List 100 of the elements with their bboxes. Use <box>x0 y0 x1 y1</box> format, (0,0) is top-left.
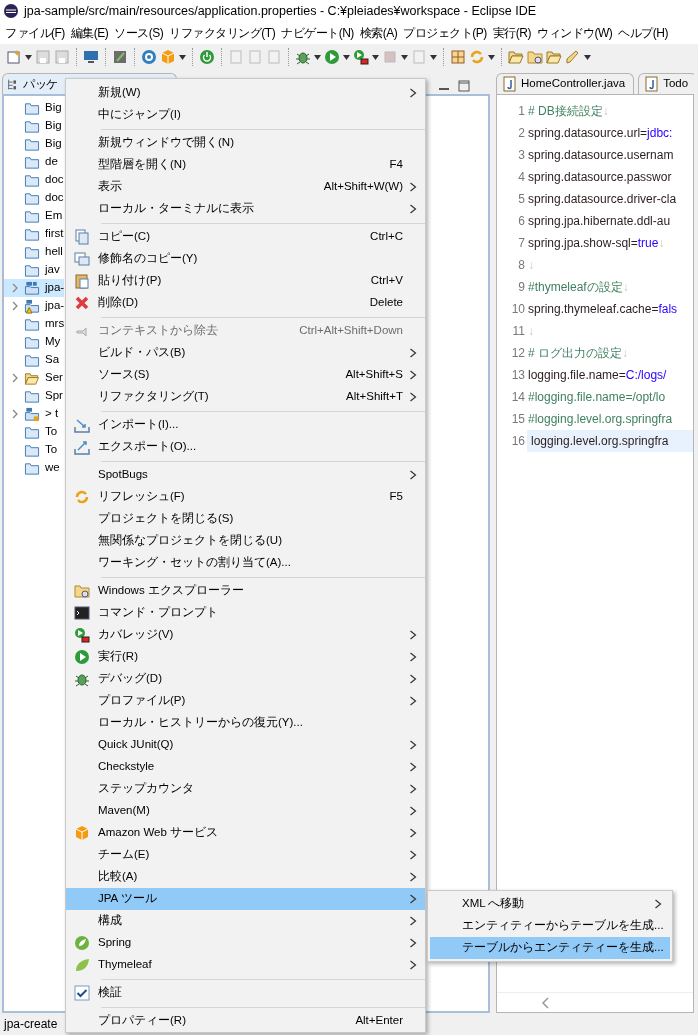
tree-item[interactable]: we <box>4 459 64 477</box>
menu-item[interactable]: 比較(A) <box>66 866 425 888</box>
maximize-icon[interactable] <box>456 78 472 94</box>
menu-item[interactable]: ビルド・パス(B) <box>66 342 425 364</box>
tree-item[interactable]: Big <box>4 99 64 117</box>
menu-item[interactable]: エンティティーからテーブルを生成... <box>430 915 670 937</box>
editor-tab[interactable]: Todo <box>638 73 694 94</box>
menu-item[interactable]: 構成 <box>66 910 425 932</box>
tree-item[interactable]: jav <box>4 261 64 279</box>
menu-item[interactable]: 実行(R) <box>66 646 425 668</box>
menu-item[interactable]: 新規ウィンドウで開く(N) <box>66 132 425 154</box>
tree-item[interactable]: first <box>4 225 64 243</box>
menu-item[interactable]: エクスポート(O)... <box>66 436 425 458</box>
monitor-icon[interactable] <box>83 49 99 65</box>
menu-item[interactable]: Amazon Web サービス <box>66 822 425 844</box>
tree-item[interactable]: jpa- <box>4 279 64 297</box>
expand-chevron-icon[interactable] <box>10 373 20 383</box>
menu-item[interactable]: 削除(D) Delete <box>66 292 425 314</box>
tree-item[interactable]: doc <box>4 189 64 207</box>
menu-item[interactable]: Windows エクスプローラー <box>66 580 425 602</box>
menu-item[interactable]: コピー(C) Ctrl+C <box>66 226 425 248</box>
menu-item[interactable]: 型階層を開く(N) F4 <box>66 154 425 176</box>
menu-bar-item[interactable]: プロジェクト(P) <box>400 25 490 41</box>
tree-item[interactable]: Big <box>4 117 64 135</box>
caret-icon[interactable] <box>343 54 350 60</box>
power-icon[interactable] <box>199 49 215 65</box>
menu-item[interactable]: ソース(S) Alt+Shift+S <box>66 364 425 386</box>
menu-item[interactable]: ワーキング・セットの割り当て(A)... <box>66 552 425 574</box>
menu-bar-item[interactable]: ウィンドウ(W) <box>534 25 616 41</box>
caret-icon[interactable] <box>488 54 495 60</box>
menu-bar-item[interactable]: ソース(S) <box>111 25 167 41</box>
tree-item[interactable]: hell <box>4 243 64 261</box>
menu-item[interactable]: リファクタリング(T) Alt+Shift+T <box>66 386 425 408</box>
menu-item[interactable]: Checkstyle <box>66 756 425 778</box>
menu-bar-item[interactable]: ファイル(F) <box>2 25 68 41</box>
menu-item[interactable]: プロジェクトを閉じる(S) <box>66 508 425 530</box>
tree-item[interactable]: jpa- <box>4 297 64 315</box>
menu-item[interactable]: 貼り付け(P) Ctrl+V <box>66 270 425 292</box>
menu-bar-item[interactable]: 検索(A) <box>356 25 401 41</box>
gear-icon[interactable] <box>141 49 157 65</box>
tree-item[interactable]: mrs <box>4 315 64 333</box>
menu-item[interactable]: ローカル・ヒストリーからの復元(Y)... <box>66 712 425 734</box>
tree-item[interactable]: Em <box>4 207 64 225</box>
expand-chevron-icon[interactable] <box>10 409 20 419</box>
menu-bar-item[interactable]: ヘルプ(H) <box>615 25 671 41</box>
menu-item[interactable]: 修飾名のコピー(Y) <box>66 248 425 270</box>
menu-item[interactable]: Thymeleaf <box>66 954 425 976</box>
bug-icon[interactable] <box>295 49 311 65</box>
menu-item[interactable]: インポート(I)... <box>66 414 425 436</box>
expand-chevron-icon[interactable] <box>10 283 20 293</box>
menu-item[interactable]: Spring <box>66 932 425 954</box>
caret-icon[interactable] <box>584 54 591 60</box>
tree-item[interactable]: doc <box>4 171 64 189</box>
caret-icon[interactable] <box>401 54 408 60</box>
menu-bar-item[interactable]: リファクタリング(T) <box>166 25 279 41</box>
tree-item[interactable]: To <box>4 441 64 459</box>
expand-chevron-icon[interactable] <box>10 301 20 311</box>
menu-item[interactable]: Maven(M) <box>66 800 425 822</box>
menu-bar-item[interactable]: 実行(R) <box>489 25 534 41</box>
menu-item[interactable]: Quick JUnit(Q) <box>66 734 425 756</box>
menu-bar-item[interactable]: 編集(E) <box>67 25 112 41</box>
menu-item[interactable]: プロファイル(P) <box>66 690 425 712</box>
tree-item[interactable]: Ser <box>4 369 64 387</box>
menu-item[interactable]: リフレッシュ(F) F5 <box>66 486 425 508</box>
run-icon[interactable] <box>324 49 340 65</box>
caret-icon[interactable] <box>372 54 379 60</box>
menu-item[interactable]: XML へ移動 <box>430 893 670 915</box>
tree-item[interactable]: Sa <box>4 351 64 369</box>
menu-item[interactable]: テーブルからエンティティーを生成... <box>430 937 670 959</box>
tree-item[interactable]: My <box>4 333 64 351</box>
menu-item[interactable]: 表示 Alt+Shift+W(W) <box>66 176 425 198</box>
menu-item[interactable]: チーム(E) <box>66 844 425 866</box>
menu-item[interactable]: 新規(W) <box>66 82 425 104</box>
tree-item[interactable]: > t <box>4 405 64 423</box>
menu-item[interactable]: コマンド・プロンプト <box>66 602 425 624</box>
editor-tab[interactable]: HomeController.java <box>496 73 635 94</box>
caret-icon[interactable] <box>430 54 437 60</box>
checkbox-icon[interactable] <box>74 985 90 1001</box>
menu-bar-item[interactable]: ナビゲート(N) <box>278 25 357 41</box>
caret-icon[interactable] <box>314 54 321 60</box>
tree-item[interactable]: Big <box>4 135 64 153</box>
caret-icon[interactable] <box>25 54 32 60</box>
tree-item[interactable]: To <box>4 423 64 441</box>
tree-item[interactable]: de <box>4 153 64 171</box>
menu-item[interactable]: 無関係なプロジェクトを閉じる(U) <box>66 530 425 552</box>
menu-item[interactable]: JPA ツール <box>66 888 425 910</box>
coverage-icon[interactable] <box>353 49 369 65</box>
package-icon[interactable] <box>450 49 466 65</box>
menu-item[interactable]: 検証 <box>66 982 425 1004</box>
menu-item[interactable]: SpotBugs <box>66 464 425 486</box>
folder-icon[interactable] <box>508 49 524 65</box>
menu-item[interactable]: ローカル・ターミナルに表示 <box>66 198 425 220</box>
menu-item[interactable]: デバッグ(D) <box>66 668 425 690</box>
menu-item[interactable]: カバレッジ(V) <box>66 624 425 646</box>
folder-icon[interactable] <box>527 49 543 65</box>
menu-item[interactable]: プロパティー(R) Alt+Enter <box>66 1010 425 1032</box>
folder-icon[interactable] <box>546 49 562 65</box>
caret-icon[interactable] <box>179 54 186 60</box>
menu-item[interactable]: ステップカウンタ <box>66 778 425 800</box>
tree-item[interactable]: Spr <box>4 387 64 405</box>
